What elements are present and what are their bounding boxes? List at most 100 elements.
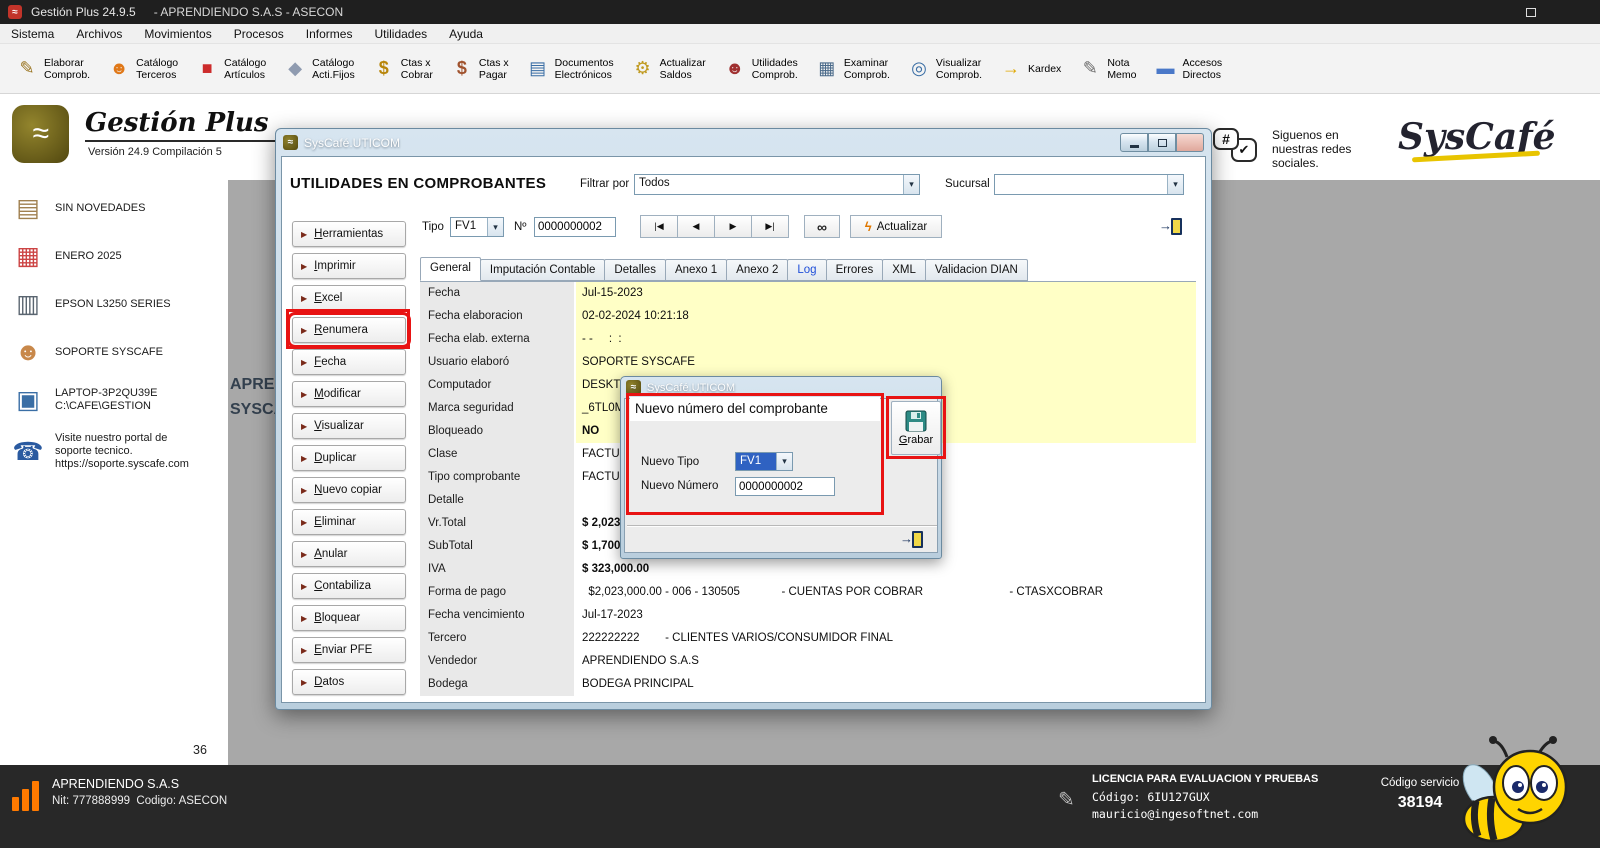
sidebar-item[interactable]: LAPTOP-3P2QU39E C:\CAFE\GESTION <box>10 384 228 416</box>
menu-arrow-icon <box>301 678 307 687</box>
sidebar-item[interactable]: SIN NOVEDADES <box>10 192 228 224</box>
tab[interactable]: Anexo 1 <box>665 259 727 281</box>
toolbar-button[interactable]: Utilidades Comprob. <box>718 54 803 84</box>
minimize-button[interactable] <box>1462 0 1508 24</box>
action-button[interactable]: Nuevo copiar <box>292 477 406 503</box>
menu-item[interactable]: Informes <box>295 24 364 44</box>
toolbar-button[interactable]: Kardex <box>994 54 1066 84</box>
toolbar-label-line1: Nota <box>1107 57 1136 69</box>
toolbar-label-line2: Acti.Fijos <box>312 69 355 81</box>
toolbar-button[interactable]: Catálogo Artículos <box>190 54 271 84</box>
action-button[interactable]: Duplicar <box>292 445 406 471</box>
actualizar-button[interactable]: Actualizar <box>850 215 942 238</box>
view-doc-icon <box>907 57 931 81</box>
action-button[interactable]: Excel <box>292 285 406 311</box>
sidebar-item[interactable]: SOPORTE SYSCAFE <box>10 336 228 368</box>
search-button[interactable] <box>804 215 840 238</box>
toolbar-label-line2: Comprob. <box>752 69 798 81</box>
sidebar-item[interactable]: EPSON L3250 SERIES <box>10 288 228 320</box>
toolbar-label-line2: Memo <box>1107 69 1136 81</box>
action-button[interactable]: Enviar PFE <box>292 637 406 663</box>
record-nav-button[interactable] <box>751 215 789 238</box>
action-button[interactable]: Fecha <box>292 349 406 375</box>
uticom-minimize-button[interactable] <box>1120 133 1148 152</box>
tab[interactable]: Validacion DIAN <box>925 259 1028 281</box>
action-button[interactable]: Eliminar <box>292 509 406 535</box>
toolbar-button[interactable]: Elaborar Comprob. <box>10 54 95 84</box>
sidebar-item[interactable]: ENERO 2025 <box>10 240 228 272</box>
sidebar-item[interactable]: Visite nuestro portal de soporte tecnico… <box>10 432 228 471</box>
nuevo-numero-input[interactable] <box>735 477 835 496</box>
tab[interactable]: Detalles <box>604 259 666 281</box>
numero-input[interactable] <box>534 217 616 237</box>
user-icon <box>10 336 46 368</box>
action-button[interactable]: Bloquear <box>292 605 406 631</box>
toolbar-button[interactable]: Actualizar Saldos <box>626 54 711 84</box>
uticom-close-button[interactable] <box>1176 133 1204 152</box>
tab[interactable]: XML <box>882 259 926 281</box>
tipo-select[interactable]: FV1 <box>450 217 504 237</box>
tab[interactable]: Log <box>787 259 826 281</box>
uticom-titlebar[interactable]: SysCafé.UTICOM <box>281 129 1206 156</box>
toolbar-button[interactable]: Ctas x Pagar <box>445 54 514 84</box>
record-nav-button[interactable] <box>640 215 678 238</box>
menu-arrow-icon <box>301 294 307 303</box>
chevron-down-icon[interactable] <box>487 218 503 236</box>
exit-icon[interactable] <box>1160 217 1184 237</box>
toolbar-label-line1: Elaborar <box>44 57 90 69</box>
chevron-down-icon[interactable] <box>903 175 919 194</box>
action-button[interactable]: Modificar <box>292 381 406 407</box>
menu-arrow-icon <box>301 262 307 271</box>
field-row: Fecha elaboracion 02-02-2024 10:21:18 <box>420 305 1196 328</box>
menu-arrow-icon <box>301 454 307 463</box>
menu-item[interactable]: Archivos <box>65 24 133 44</box>
action-button[interactable]: Renumera <box>292 317 406 343</box>
filter-select[interactable]: Todos <box>634 174 920 195</box>
action-button[interactable]: Anular <box>292 541 406 567</box>
toolbar-button[interactable]: Catálogo Terceros <box>102 54 183 84</box>
sidebar-item-label: SIN NOVEDADES <box>55 202 145 215</box>
action-button[interactable]: Visualizar <box>292 413 406 439</box>
action-button[interactable]: Datos <box>292 669 406 695</box>
tipo-value: FV1 <box>451 218 487 236</box>
toolbar-button[interactable]: Visualizar Comprob. <box>902 54 987 84</box>
tab[interactable]: Imputación Contable <box>480 259 605 281</box>
tab[interactable]: Errores <box>826 259 884 281</box>
maximize-button[interactable] <box>1508 0 1554 24</box>
action-button[interactable]: Herramientas <box>292 221 406 247</box>
field-label: Forma de pago <box>420 581 576 604</box>
toolbar-button[interactable]: Catálogo Acti.Fijos <box>278 54 360 84</box>
action-button-label: Herramientas <box>314 228 383 240</box>
action-button-label: Duplicar <box>314 452 356 464</box>
nuevo-tipo-select[interactable]: FV1 <box>735 452 793 471</box>
renumber-modal-titlebar[interactable]: SysCafé.UTICOM <box>624 377 938 398</box>
application-window: Gestión Plus 24.9.5 - APRENDIENDO S.A.S … <box>0 0 1600 848</box>
toolbar-button[interactable]: Examinar Comprob. <box>810 54 895 84</box>
uticom-maximize-button[interactable] <box>1148 133 1176 152</box>
action-button[interactable]: Imprimir <box>292 253 406 279</box>
action-button[interactable]: Contabiliza <box>292 573 406 599</box>
toolbar-button[interactable]: Accesos Directos <box>1149 54 1228 84</box>
menu-arrow-icon <box>301 614 307 623</box>
menu-item[interactable]: Utilidades <box>363 24 438 44</box>
toolbar-button[interactable]: Documentos Electrónicos <box>521 54 619 84</box>
record-nav-button[interactable] <box>677 215 715 238</box>
grabar-button[interactable]: Grabar <box>891 401 941 455</box>
toolbar-button[interactable]: Ctas x Cobrar <box>367 54 438 84</box>
chevron-down-icon[interactable] <box>776 453 792 470</box>
tab[interactable]: General <box>420 257 481 281</box>
toolbar-label-line2: Artículos <box>224 69 266 81</box>
menu-item[interactable]: Procesos <box>223 24 295 44</box>
menu-item[interactable]: Ayuda <box>438 24 494 44</box>
toolbar-button[interactable]: Nota Memo <box>1073 54 1141 84</box>
record-nav-button[interactable] <box>714 215 752 238</box>
field-label: Usuario elaboró <box>420 351 576 374</box>
exit-icon[interactable] <box>901 530 925 550</box>
chevron-down-icon[interactable] <box>1167 175 1183 194</box>
sucursal-select[interactable] <box>994 174 1184 195</box>
close-button[interactable] <box>1554 0 1600 24</box>
tab[interactable]: Anexo 2 <box>726 259 788 281</box>
menu-item[interactable]: Sistema <box>0 24 65 44</box>
field-label: IVA <box>420 558 576 581</box>
menu-item[interactable]: Movimientos <box>133 24 222 44</box>
